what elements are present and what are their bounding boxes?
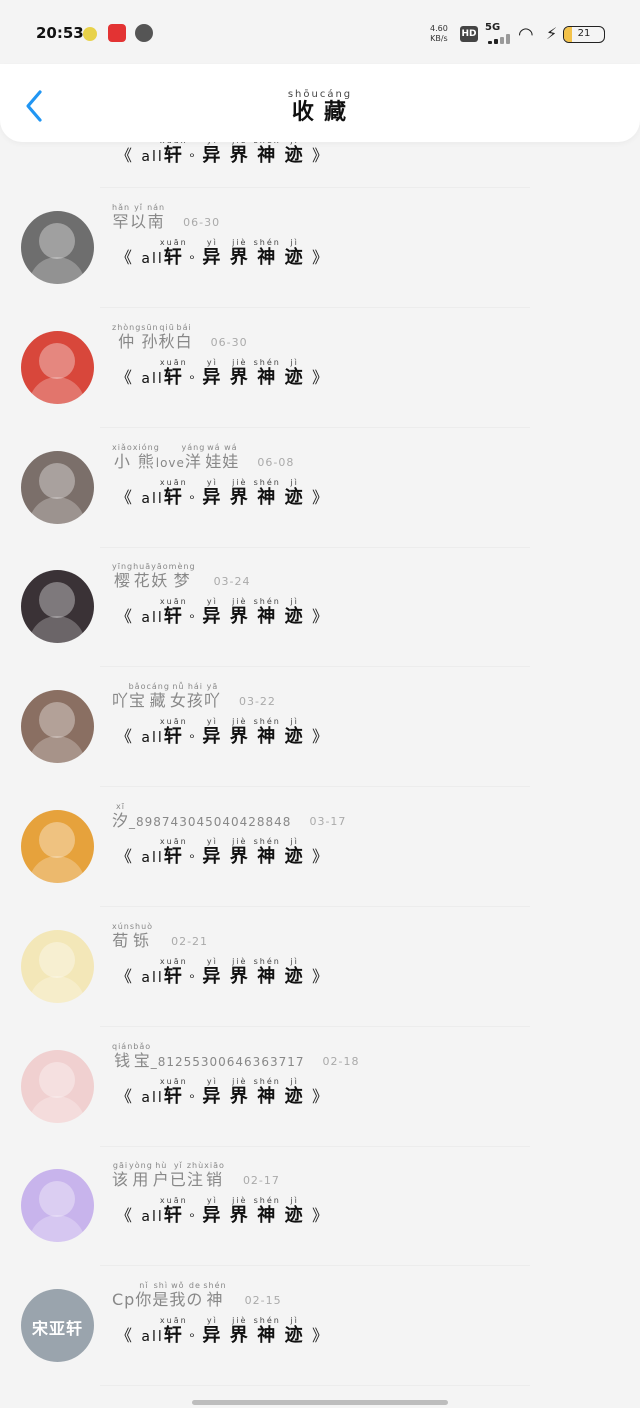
charging-icon: ⚡ [546,24,558,43]
book-title[interactable]: 《 all轩xuān ᵒ 异yì 界jiè 神shén 迹jì 》 [116,837,330,868]
signal-icon [488,34,512,44]
date-label: 02-17 [242,1174,280,1188]
date-label: 02-15 [244,1294,282,1308]
username[interactable]: 该gāi用yòng户hù已yǐ注zhù销xiāo [112,1161,225,1190]
list-item[interactable]: 仲zhòng孙sūn秋qiū白bái 06-30 《 all轩xuān ᵒ 异yì … [0,308,640,428]
date-label: 02-21 [171,934,209,948]
username[interactable]: Cp你nǐ是shì我wǒのde神shén [112,1281,227,1310]
book-title[interactable]: 《 all轩xuān ᵒ 异yì 界jiè 神shén 迹jì 》 [116,1077,330,1108]
date-label: 06-08 [257,455,295,469]
list-item[interactable]: 小xiǎo熊xiónglove洋yáng娃wá娃wá 06-08 《 all轩xuā… [0,428,640,548]
avatar[interactable] [21,211,94,284]
date-label: 06-30 [183,216,221,229]
list-item[interactable]: 该gāi用yòng户hù已yǐ注zhù销xiāo 02-17 《 all轩xuān … [0,1146,640,1267]
book-title[interactable]: 《 all轩xuān ᵒ 异yì 界jiè 神shén 迹jì 》 [116,717,330,748]
notification-icon [83,27,97,41]
wifi-icon: ◠ [518,24,534,45]
username[interactable]: 小xiǎo熊xiónglove洋yáng娃wá娃wá [112,443,239,472]
avatar[interactable]: 宋亚轩 [21,1289,94,1363]
header-bar: 收shōu藏cáng [0,64,640,142]
username[interactable]: 罕hǎn以yǐ南nán [112,203,165,232]
book-title[interactable]: 《 all轩xuān ᵒ 异yì 界jiè 神shén 迹jì 》 [116,597,330,628]
avatar[interactable] [21,690,94,764]
list-item[interactable]: 罕hǎn以yǐ南nán 06-30 《 all轩xuān ᵒ 异yì 界jiè 神s… [0,188,640,308]
wechat-icon [135,24,153,42]
date-label: 03-24 [213,575,251,589]
avatar[interactable] [21,450,94,524]
network-speed: 4.60 KB/s [430,24,448,43]
app-notification-icon [108,24,126,42]
avatar[interactable] [21,570,94,644]
date-label: 03-22 [238,695,276,709]
list-item[interactable]: 汐xī_898743045040428848 03-17 《 all轩xuān ᵒ … [0,787,640,907]
list-item[interactable]: 宋亚轩 Cp你nǐ是shì我wǒのde神shén 02-15 《 all轩xuān ᵒ… [0,1266,640,1387]
avatar[interactable] [21,1049,94,1123]
book-title[interactable]: 《 all轩xuān ᵒ 异yì 界jiè 神shén 迹jì 》 [116,238,330,269]
book-title[interactable]: 《 all轩xuān ᵒ 异yì 界jiè 神shén 迹jì 》 [116,1316,330,1347]
username[interactable]: 樱yīng花huā妖yāo梦mèng [112,562,196,591]
username[interactable]: 荀xún铄shuò [112,922,153,951]
username[interactable]: 汐xī_898743045040428848 [112,802,291,831]
username[interactable]: 吖宝bǎo藏cáng女nǚ孩hái吖yā [112,682,221,711]
hd-icon: HD [460,26,478,42]
network-type: 5G [485,22,501,33]
book-title[interactable]: 《 all轩xuān ᵒ 异yì 界jiè 神shén 迹jì 》 [116,1196,330,1227]
page-title: 收shōu藏cáng [287,89,353,125]
date-label: 02-18 [322,1054,360,1068]
battery-icon: 21 [563,26,605,43]
date-label: 03-17 [309,815,347,828]
book-title[interactable]: 《 all轩xuān ᵒ 异yì 界jiè 神shén 迹jì 》 [116,957,330,988]
avatar[interactable] [21,1169,94,1243]
avatar[interactable] [21,810,94,883]
date-label: 06-30 [210,335,248,349]
book-title[interactable]: 《 all轩xuān ᵒ 异yì 界jiè 神shén 迹jì 》 [116,478,330,509]
username[interactable]: 仲zhòng孙sūn秋qiū白bái [112,323,193,352]
avatar[interactable] [21,330,94,404]
username[interactable]: 钱qián宝bǎo_81255300646363717 [112,1042,305,1071]
avatar[interactable] [21,929,94,1003]
list-item[interactable]: 樱yīng花huā妖yāo梦mèng 03-24 《 all轩xuān ᵒ 异yì … [0,547,640,668]
divider [100,1385,530,1387]
list-item[interactable]: 吖宝bǎo藏cáng女nǚ孩hái吖yā 03-22 《 all轩xuān ᵒ 异y… [0,667,640,788]
list-item[interactable]: 钱qián宝bǎo_81255300646363717 02-18 《 all轩xu… [0,1027,640,1147]
list-item[interactable]: 荀xún铄shuò 02-21 《 all轩xuān ᵒ 异yì 界jiè 神shé… [0,907,640,1027]
home-indicator[interactable] [192,1400,448,1405]
status-time: 20:53 [36,24,84,42]
book-title[interactable]: 《 all轩xuān ᵒ 异yì 界jiè 神shén 迹jì 》 [116,358,330,389]
status-bar: 20:53 4.60 KB/s HD 5G ◠ ⚡ 21 [0,0,640,64]
